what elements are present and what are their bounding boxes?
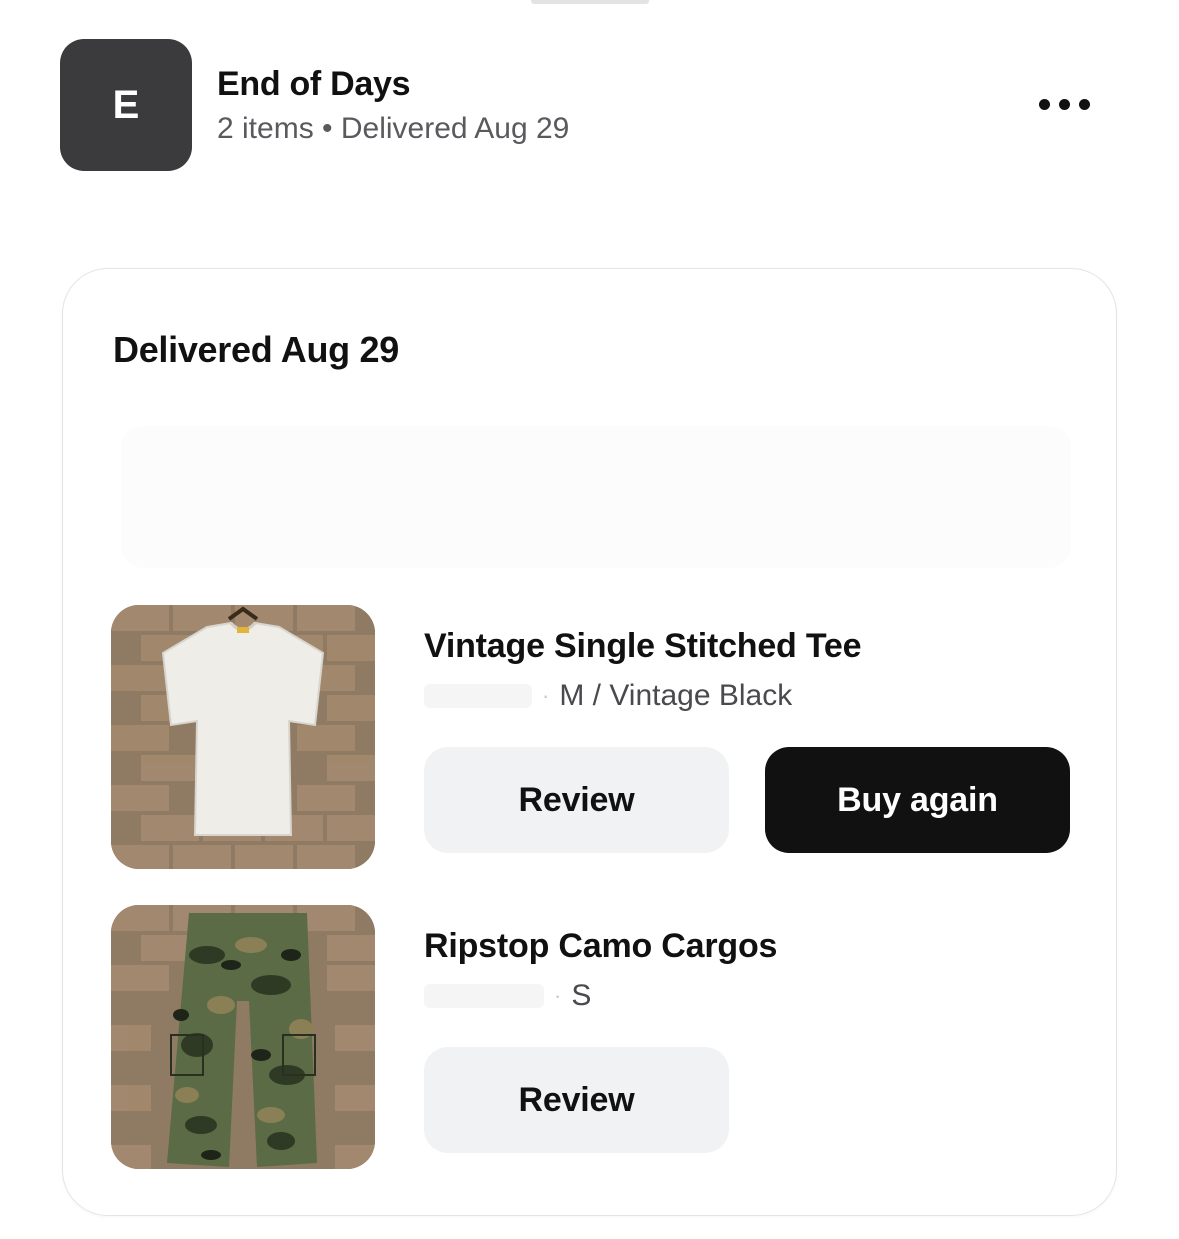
separator-dot: · xyxy=(542,683,550,708)
order-page: E End of Days 2 items • Delivered Aug 29… xyxy=(0,0,1179,1239)
sheet-grabber[interactable] xyxy=(531,0,649,4)
camo-cargo-pants-photo xyxy=(111,905,375,1169)
white-tshirt-photo xyxy=(111,605,375,869)
delivery-status-title: Delivered Aug 29 xyxy=(113,329,399,370)
variant-label: S xyxy=(571,979,592,1012)
redacted-text xyxy=(424,984,544,1008)
more-options-button[interactable] xyxy=(1026,86,1102,122)
more-horizontal-icon xyxy=(1038,98,1050,110)
variant-label: M / Vintage Black xyxy=(559,679,793,712)
product-variant: · S xyxy=(424,979,591,1013)
product-title[interactable]: Vintage Single Stitched Tee xyxy=(424,627,862,666)
order-item: Ripstop Camo Cargos · S Review xyxy=(111,905,1071,1170)
shop-name[interactable]: End of Days xyxy=(217,65,410,104)
order-summary: 2 items • Delivered Aug 29 xyxy=(217,112,570,145)
redacted-text xyxy=(424,684,532,708)
more-dot xyxy=(1058,98,1070,110)
product-title[interactable]: Ripstop Camo Cargos xyxy=(424,927,777,966)
review-button[interactable]: Review xyxy=(424,747,729,853)
review-button[interactable]: Review xyxy=(424,1047,729,1153)
more-dot xyxy=(1078,98,1090,110)
separator-dot: · xyxy=(554,983,562,1008)
redacted-tracking-panel xyxy=(121,426,1071,568)
shop-avatar[interactable]: E xyxy=(60,39,192,171)
shop-avatar-letter: E xyxy=(112,82,140,127)
buy-again-button[interactable]: Buy again xyxy=(765,747,1070,853)
product-variant: · M / Vintage Black xyxy=(424,679,792,713)
product-image-tshirt[interactable] xyxy=(111,605,375,869)
order-card: Delivered Aug 29 Vintage Single Stitched… xyxy=(62,268,1117,1216)
shop-header[interactable]: E End of Days 2 items • Delivered Aug 29 xyxy=(60,38,1120,172)
product-image-cargos[interactable] xyxy=(111,905,375,1169)
order-item: Vintage Single Stitched Tee · M / Vintag… xyxy=(111,605,1071,870)
